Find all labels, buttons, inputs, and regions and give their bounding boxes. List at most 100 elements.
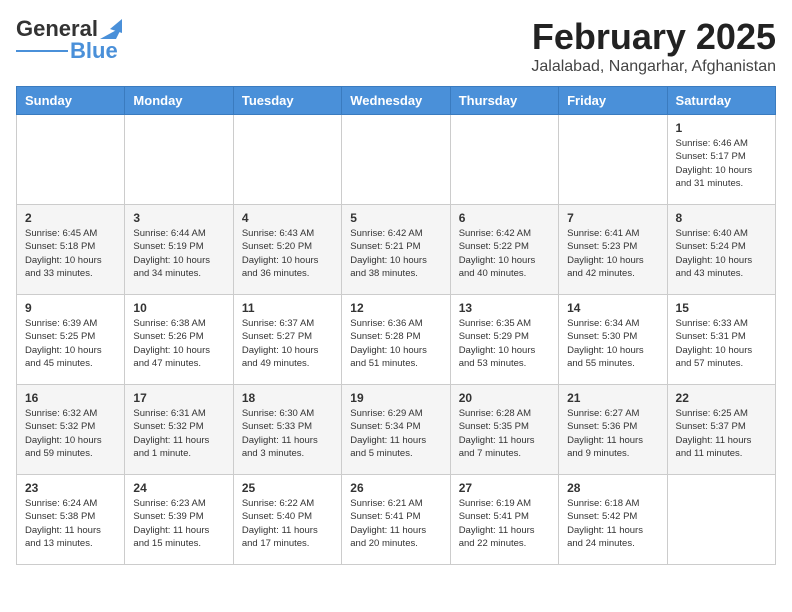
calendar-week-row: 2 Sunrise: 6:45 AM Sunset: 5:18 PM Daylig… — [17, 205, 776, 295]
day-number: 28 — [567, 481, 658, 495]
calendar-week-row: 1Sunrise: 6:46 AM Sunset: 5:17 PM Daylig… — [17, 115, 776, 205]
day-number: 2 — [25, 211, 116, 225]
calendar-cell: 11 Sunrise: 6:37 AM Sunset: 5:27 PM Dayli… — [233, 295, 341, 385]
page-header: General Blue February 2025 Jalalabad, Na… — [16, 16, 776, 76]
day-info: Sunrise: 6:27 AM Sunset: 5:36 PM Dayligh… — [567, 407, 658, 460]
calendar-cell: 20 Sunrise: 6:28 AM Sunset: 5:35 PM Dayli… — [450, 385, 558, 475]
day-info: Sunrise: 6:37 AM Sunset: 5:27 PM Dayligh… — [242, 317, 333, 370]
calendar-week-row: 9 Sunrise: 6:39 AM Sunset: 5:25 PM Daylig… — [17, 295, 776, 385]
day-info: Sunrise: 6:22 AM Sunset: 5:40 PM Dayligh… — [242, 497, 333, 550]
calendar-cell: 24 Sunrise: 6:23 AM Sunset: 5:39 PM Dayli… — [125, 475, 233, 565]
calendar-cell: 13 Sunrise: 6:35 AM Sunset: 5:29 PM Dayli… — [450, 295, 558, 385]
calendar-cell: 18 Sunrise: 6:30 AM Sunset: 5:33 PM Dayli… — [233, 385, 341, 475]
day-number: 20 — [459, 391, 550, 405]
day-info: Sunrise: 6:41 AM Sunset: 5:23 PM Dayligh… — [567, 227, 658, 280]
calendar-cell: 23 Sunrise: 6:24 AM Sunset: 5:38 PM Dayli… — [17, 475, 125, 565]
day-number: 18 — [242, 391, 333, 405]
calendar-cell: 7 Sunrise: 6:41 AM Sunset: 5:23 PM Daylig… — [559, 205, 667, 295]
calendar-cell: 9 Sunrise: 6:39 AM Sunset: 5:25 PM Daylig… — [17, 295, 125, 385]
day-info: Sunrise: 6:43 AM Sunset: 5:20 PM Dayligh… — [242, 227, 333, 280]
day-info: Sunrise: 6:38 AM Sunset: 5:26 PM Dayligh… — [133, 317, 224, 370]
calendar-cell: 17Sunrise: 6:31 AM Sunset: 5:32 PM Dayli… — [125, 385, 233, 475]
day-info: Sunrise: 6:44 AM Sunset: 5:19 PM Dayligh… — [133, 227, 224, 280]
calendar-cell: 25 Sunrise: 6:22 AM Sunset: 5:40 PM Dayli… — [233, 475, 341, 565]
day-number: 7 — [567, 211, 658, 225]
day-info: Sunrise: 6:42 AM Sunset: 5:21 PM Dayligh… — [350, 227, 441, 280]
day-info: Sunrise: 6:36 AM Sunset: 5:28 PM Dayligh… — [350, 317, 441, 370]
day-number: 21 — [567, 391, 658, 405]
calendar-cell — [559, 115, 667, 205]
day-number: 1 — [676, 121, 767, 135]
day-info: Sunrise: 6:30 AM Sunset: 5:33 PM Dayligh… — [242, 407, 333, 460]
day-number: 12 — [350, 301, 441, 315]
day-info: Sunrise: 6:33 AM Sunset: 5:31 PM Dayligh… — [676, 317, 767, 370]
day-info: Sunrise: 6:25 AM Sunset: 5:37 PM Dayligh… — [676, 407, 767, 460]
calendar-cell: 3 Sunrise: 6:44 AM Sunset: 5:19 PM Daylig… — [125, 205, 233, 295]
page-title: February 2025 — [531, 16, 776, 58]
day-number: 5 — [350, 211, 441, 225]
calendar-table: SundayMondayTuesdayWednesdayThursdayFrid… — [16, 86, 776, 565]
calendar-cell — [17, 115, 125, 205]
day-number: 11 — [242, 301, 333, 315]
day-number: 15 — [676, 301, 767, 315]
day-number: 22 — [676, 391, 767, 405]
day-info: Sunrise: 6:32 AM Sunset: 5:32 PM Dayligh… — [25, 407, 116, 460]
day-number: 16 — [25, 391, 116, 405]
calendar-day-header: Tuesday — [233, 87, 341, 115]
calendar-cell: 1Sunrise: 6:46 AM Sunset: 5:17 PM Daylig… — [667, 115, 775, 205]
day-info: Sunrise: 6:31 AM Sunset: 5:32 PM Dayligh… — [133, 407, 224, 460]
calendar-cell — [667, 475, 775, 565]
calendar-cell: 15 Sunrise: 6:33 AM Sunset: 5:31 PM Dayli… — [667, 295, 775, 385]
calendar-cell: 2 Sunrise: 6:45 AM Sunset: 5:18 PM Daylig… — [17, 205, 125, 295]
day-info: Sunrise: 6:45 AM Sunset: 5:18 PM Dayligh… — [25, 227, 116, 280]
logo-text-blue: Blue — [70, 38, 118, 64]
day-info: Sunrise: 6:23 AM Sunset: 5:39 PM Dayligh… — [133, 497, 224, 550]
day-number: 13 — [459, 301, 550, 315]
day-info: Sunrise: 6:40 AM Sunset: 5:24 PM Dayligh… — [676, 227, 767, 280]
day-info: Sunrise: 6:21 AM Sunset: 5:41 PM Dayligh… — [350, 497, 441, 550]
calendar-cell: 10Sunrise: 6:38 AM Sunset: 5:26 PM Dayli… — [125, 295, 233, 385]
day-info: Sunrise: 6:29 AM Sunset: 5:34 PM Dayligh… — [350, 407, 441, 460]
calendar-cell: 21 Sunrise: 6:27 AM Sunset: 5:36 PM Dayli… — [559, 385, 667, 475]
day-info: Sunrise: 6:35 AM Sunset: 5:29 PM Dayligh… — [459, 317, 550, 370]
day-number: 26 — [350, 481, 441, 495]
day-number: 24 — [133, 481, 224, 495]
calendar-day-header: Thursday — [450, 87, 558, 115]
logo: General Blue — [16, 16, 122, 64]
day-info: Sunrise: 6:18 AM Sunset: 5:42 PM Dayligh… — [567, 497, 658, 550]
day-info: Sunrise: 6:24 AM Sunset: 5:38 PM Dayligh… — [25, 497, 116, 550]
calendar-cell — [342, 115, 450, 205]
calendar-cell: 19 Sunrise: 6:29 AM Sunset: 5:34 PM Dayli… — [342, 385, 450, 475]
calendar-cell: 22 Sunrise: 6:25 AM Sunset: 5:37 PM Dayli… — [667, 385, 775, 475]
day-number: 3 — [133, 211, 224, 225]
day-number: 25 — [242, 481, 333, 495]
day-number: 6 — [459, 211, 550, 225]
calendar-cell: 14 Sunrise: 6:34 AM Sunset: 5:30 PM Dayli… — [559, 295, 667, 385]
calendar-header-row: SundayMondayTuesdayWednesdayThursdayFrid… — [17, 87, 776, 115]
day-number: 4 — [242, 211, 333, 225]
calendar-cell — [125, 115, 233, 205]
calendar-day-header: Sunday — [17, 87, 125, 115]
calendar-cell: 26 Sunrise: 6:21 AM Sunset: 5:41 PM Dayli… — [342, 475, 450, 565]
day-info: Sunrise: 6:34 AM Sunset: 5:30 PM Dayligh… — [567, 317, 658, 370]
calendar-cell: 6Sunrise: 6:42 AM Sunset: 5:22 PM Daylig… — [450, 205, 558, 295]
day-number: 9 — [25, 301, 116, 315]
day-info: Sunrise: 6:19 AM Sunset: 5:41 PM Dayligh… — [459, 497, 550, 550]
calendar-day-header: Monday — [125, 87, 233, 115]
calendar-cell — [233, 115, 341, 205]
title-block: February 2025 Jalalabad, Nangarhar, Afgh… — [531, 16, 776, 76]
day-number: 14 — [567, 301, 658, 315]
day-info: Sunrise: 6:39 AM Sunset: 5:25 PM Dayligh… — [25, 317, 116, 370]
calendar-week-row: 23 Sunrise: 6:24 AM Sunset: 5:38 PM Dayli… — [17, 475, 776, 565]
calendar-cell — [450, 115, 558, 205]
calendar-cell: 4 Sunrise: 6:43 AM Sunset: 5:20 PM Daylig… — [233, 205, 341, 295]
calendar-day-header: Wednesday — [342, 87, 450, 115]
page-subtitle: Jalalabad, Nangarhar, Afghanistan — [531, 58, 776, 76]
calendar-cell: 12 Sunrise: 6:36 AM Sunset: 5:28 PM Dayli… — [342, 295, 450, 385]
calendar-cell: 5 Sunrise: 6:42 AM Sunset: 5:21 PM Daylig… — [342, 205, 450, 295]
day-info: Sunrise: 6:28 AM Sunset: 5:35 PM Dayligh… — [459, 407, 550, 460]
day-number: 19 — [350, 391, 441, 405]
day-number: 23 — [25, 481, 116, 495]
day-number: 8 — [676, 211, 767, 225]
calendar-cell: 28 Sunrise: 6:18 AM Sunset: 5:42 PM Dayli… — [559, 475, 667, 565]
